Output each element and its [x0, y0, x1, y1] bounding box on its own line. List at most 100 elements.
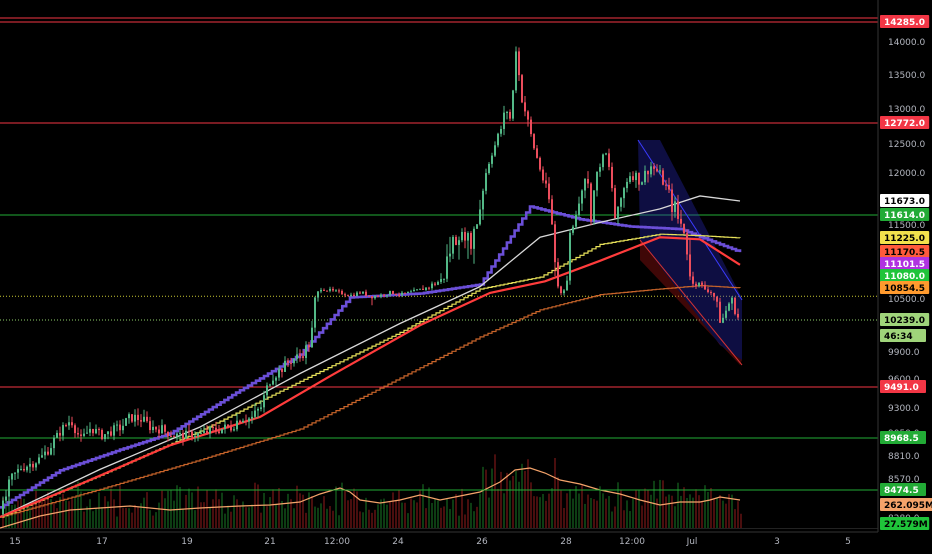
x-tick-label: 24	[392, 537, 404, 547]
volume-bar	[65, 500, 67, 528]
candle-body	[560, 286, 562, 294]
candle-body	[395, 293, 397, 295]
volume-bar	[470, 502, 472, 528]
volume-bar	[401, 502, 403, 528]
volume-bar	[314, 506, 316, 528]
level-tag: 11614.0	[884, 211, 925, 221]
candle-body	[320, 289, 322, 292]
candle-body	[323, 289, 325, 291]
volume-bar	[569, 489, 571, 528]
volume-bar	[164, 498, 166, 528]
volume-bar	[461, 488, 463, 528]
candle-body	[194, 436, 196, 438]
volume-bar	[14, 504, 16, 528]
candle-body	[278, 369, 280, 378]
candle-body	[680, 218, 682, 224]
x-tick-label: 5	[845, 537, 851, 547]
volume-bar	[395, 500, 397, 528]
volume-bar	[287, 493, 289, 528]
volume-bar	[548, 493, 550, 528]
price-tag: 11101.5	[884, 260, 925, 270]
candle-body	[407, 291, 409, 294]
candle-body	[263, 395, 265, 408]
volume-bar	[377, 504, 379, 528]
candle-body	[269, 384, 271, 386]
candle-body	[392, 290, 394, 294]
candle-body	[443, 278, 445, 280]
volume-bar	[671, 495, 673, 528]
volume-bar	[635, 489, 637, 528]
volume-bar	[431, 502, 433, 528]
candle-body	[692, 276, 694, 284]
volume-bar	[440, 507, 442, 528]
level-tag: 12772.0	[884, 119, 925, 129]
volume-bar	[224, 513, 226, 528]
volume-bar	[359, 511, 361, 528]
candle-body	[17, 469, 19, 473]
volume-bar	[113, 499, 115, 528]
volume-bar	[740, 513, 742, 528]
volume-bar	[425, 508, 427, 528]
volume-bar	[680, 495, 682, 528]
volume-bar	[467, 499, 469, 528]
candle-body	[461, 231, 463, 241]
volume-bar	[515, 471, 517, 528]
volume-bar	[524, 471, 526, 528]
candle-body	[470, 233, 472, 249]
volume-bar	[350, 499, 352, 528]
candle-body	[287, 360, 289, 363]
candle-body	[35, 463, 37, 468]
candle-body	[626, 181, 628, 189]
candle-body	[128, 414, 130, 419]
candle-body	[413, 289, 415, 292]
volume-bar	[536, 496, 538, 528]
candle-body	[350, 294, 352, 296]
candle-body	[362, 291, 364, 294]
candle-body	[719, 301, 721, 323]
candle-body	[641, 182, 643, 185]
candle-body	[695, 283, 697, 287]
candle-body	[710, 292, 712, 294]
volume-bar	[251, 504, 253, 528]
candle-body	[98, 429, 100, 431]
volume-bar	[125, 507, 127, 528]
candle-body	[452, 236, 454, 254]
candle-body	[332, 288, 334, 291]
candle-body	[548, 183, 550, 200]
volume-bar	[296, 485, 298, 528]
candle-body	[473, 228, 475, 249]
candle-body	[56, 432, 58, 438]
volume-bar	[134, 504, 136, 528]
volume-bar	[566, 493, 568, 528]
volume-bar	[158, 502, 160, 528]
candle-body	[509, 112, 511, 119]
candle-body	[251, 416, 253, 419]
volume-bar	[344, 489, 346, 528]
price-chart[interactable]: 14000.0 13500.0 13000.0 12500.0 12000.0 11500…	[0, 0, 932, 550]
candle-body	[500, 128, 502, 134]
candle-body	[218, 431, 220, 434]
candle-body	[503, 112, 505, 129]
volume-bar	[200, 502, 202, 528]
volume-bar	[632, 498, 634, 528]
candle-body	[335, 290, 337, 292]
volume-bar	[719, 495, 721, 528]
candle-body	[173, 436, 175, 438]
candle-body	[536, 148, 538, 158]
volume-bar	[89, 499, 91, 528]
candle-body	[107, 431, 109, 435]
volume-tag: 262.095M	[884, 501, 932, 511]
candle-body	[104, 434, 106, 440]
volume-bar	[392, 492, 394, 528]
candle-body	[284, 360, 286, 372]
volume-bar	[497, 488, 499, 528]
volume-bar	[44, 498, 46, 528]
candle-body	[38, 457, 40, 464]
candle-body	[185, 430, 187, 439]
candle-body	[341, 290, 343, 295]
candle-body	[533, 134, 535, 149]
candle-body	[23, 468, 25, 471]
candle-body	[683, 223, 685, 234]
candle-body	[5, 496, 7, 501]
candle-body	[260, 407, 262, 409]
